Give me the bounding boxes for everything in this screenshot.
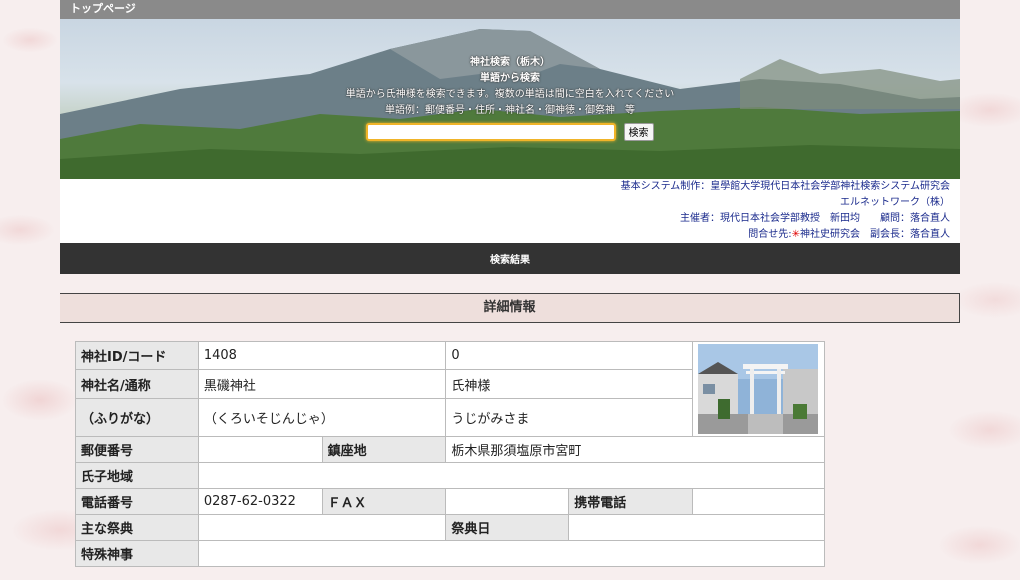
special-rite — [197, 540, 826, 567]
detail-section-title: 詳細情報 — [60, 293, 960, 323]
contact-label: 問合せ先: — [748, 229, 792, 240]
postal-label: 郵便番号 — [75, 436, 199, 463]
top-nav-bar: トップページ — [60, 0, 960, 19]
festival-day-label: 祭典日 — [445, 514, 570, 541]
hero-subtitle: 単語から検索 — [480, 73, 540, 84]
shrine-id: 1408 — [197, 340, 447, 371]
credits-line-company[interactable]: エルネットワーク（株） — [60, 195, 950, 211]
parish-area — [197, 462, 826, 489]
festival-label: 主な祭典 — [75, 514, 199, 541]
mobile-number — [691, 488, 826, 515]
table-row: 氏子地域 — [75, 462, 826, 489]
table-row: 電話番号 0287-62-0322 ＦＡＸ 携帯電話 — [75, 488, 826, 515]
contact-vice-president[interactable]: 副会長：落合直人 — [870, 229, 950, 240]
shrine-name: 黒磯神社 — [197, 369, 447, 399]
festival-day — [568, 514, 825, 541]
search-button[interactable]: 検索 — [623, 122, 654, 141]
asterisk-icon: ✳ — [791, 229, 800, 240]
main-festival — [197, 514, 447, 541]
fax-label: ＦＡＸ — [321, 488, 447, 515]
credits-line-system[interactable]: 基本システム制作：皇學館大学現代日本社会学部神社検索システム研究会 — [60, 179, 950, 195]
hero-title: 神社検索（栃木） — [470, 57, 550, 68]
special-rite-label: 特殊神事 — [75, 540, 199, 567]
table-row: 神社ID/コード 1408 0 — [75, 340, 826, 437]
shrine-code: 0 — [445, 340, 693, 371]
photo-cell — [691, 341, 826, 437]
search-row: 検索 — [60, 121, 960, 141]
home-link[interactable]: トップページ — [70, 2, 136, 15]
location: 栃木県那須塩原市宮町 — [445, 436, 825, 463]
shrine-detail-table: 神社ID/コード 1408 0 神社名/通称 黒磯神社 氏神様 （ふりがな） （… — [75, 340, 826, 567]
hero-example: 単語例：郵便番号・住所・神社名・御神徳・御祭神 等 — [385, 105, 635, 116]
fax-number — [445, 488, 570, 515]
shrine-common-name: 氏神様 — [445, 369, 693, 399]
table-row: 特殊神事 — [75, 540, 826, 567]
shrine-photo[interactable] — [698, 344, 819, 434]
contact-link[interactable]: 神社史研究会 — [800, 229, 860, 240]
page-container: トップページ 神社検索（栃木） 単語から検索 単語から氏神様を検索できます。複数… — [60, 0, 960, 323]
id-label: 神社ID/コード — [75, 340, 199, 371]
credits-line-contact: 問合せ先:✳神社史研究会 副会長：落合直人 — [60, 227, 950, 243]
hero-banner: 神社検索（栃木） 単語から検索 単語から氏神様を検索できます。複数の単語は間に空… — [60, 19, 960, 179]
credits-line-organizer: 主催者：現代日本社会学部教授 新田均 顧問：落合直人 — [60, 211, 950, 227]
shrine-name-kana: （くろいそじんじゃ） — [197, 397, 447, 438]
search-input[interactable] — [366, 122, 617, 141]
parish-label: 氏子地域 — [75, 462, 199, 489]
name-label: 神社名/通称 — [75, 369, 199, 399]
hero-text-block: 神社検索（栃木） 単語から検索 単語から氏神様を検索できます。複数の単語は間に空… — [60, 55, 960, 119]
shrine-common-kana: うじがみさま — [445, 397, 693, 438]
table-row: 郵便番号 鎮座地 栃木県那須塩原市宮町 — [75, 436, 825, 463]
phone-label: 電話番号 — [75, 488, 199, 515]
mobile-label: 携帯電話 — [568, 488, 693, 515]
results-bar: 検索結果 — [60, 243, 960, 274]
location-label: 鎮座地 — [321, 436, 447, 463]
postal-code — [197, 436, 323, 463]
kana-label: （ふりがな） — [75, 397, 199, 438]
hero-description: 単語から氏神様を検索できます。複数の単語は間に空白を入れてください — [345, 89, 675, 100]
credits-organizer-text[interactable]: 主催者：現代日本社会学部教授 新田均 顧問：落合直人 — [680, 213, 950, 224]
credits-block: 基本システム制作：皇學館大学現代日本社会学部神社検索システム研究会 エルネットワ… — [60, 179, 960, 243]
table-row: 主な祭典 祭典日 — [75, 514, 825, 541]
phone-number: 0287-62-0322 — [197, 488, 323, 515]
